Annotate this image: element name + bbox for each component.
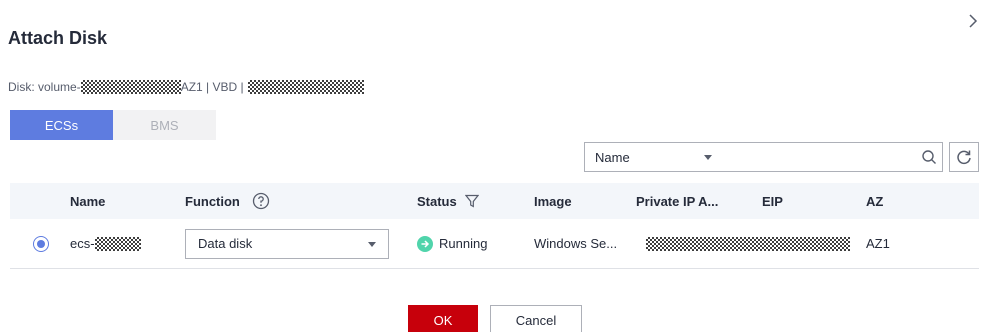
refresh-icon: [957, 150, 971, 165]
search-icon[interactable]: [916, 143, 942, 171]
ecs-table: Name Function Status Image Private IP A.…: [10, 183, 979, 269]
tab-bms[interactable]: BMS: [113, 110, 216, 140]
row-az: AZ1: [866, 236, 890, 251]
header-name[interactable]: Name: [70, 194, 105, 209]
refresh-button[interactable]: [949, 142, 979, 172]
masked-disk-type: [247, 80, 364, 94]
masked-private-ip: [646, 236, 850, 251]
header-status: Status: [417, 194, 479, 209]
function-select[interactable]: Data disk: [185, 228, 389, 259]
search-filter: Name: [584, 142, 943, 172]
filter-field-label: Name: [595, 149, 630, 165]
masked-disk-id: [80, 80, 181, 94]
header-image: Image: [534, 193, 572, 209]
row-private-ip: [646, 236, 850, 251]
filter-icon[interactable]: [464, 194, 479, 208]
filter-field-select[interactable]: Name: [585, 143, 724, 171]
header-private-ip: Private IP A...: [636, 193, 719, 209]
header-eip: EIP: [762, 193, 783, 209]
table-header: Name Function Status Image Private IP A.…: [10, 183, 979, 219]
header-az: AZ: [866, 193, 884, 209]
header-status-label: Status: [417, 193, 457, 209]
table-row[interactable]: ecs- Data disk Running Windows Se... AZ1: [10, 219, 979, 269]
header-function: Function: [185, 192, 270, 210]
row-name: ecs-: [70, 236, 141, 251]
disk-info: Disk: volume- AZ1 | VBD |: [8, 80, 364, 94]
running-status-icon: [417, 235, 433, 252]
row-name-prefix: ecs-: [70, 236, 95, 251]
tab-ecss[interactable]: ECSs: [10, 110, 113, 140]
row-function: Data disk: [185, 228, 389, 259]
caret-down-icon: [368, 241, 376, 247]
row-status: Running: [417, 235, 488, 252]
header-function-label: Function: [185, 193, 240, 209]
row-radio[interactable]: [33, 235, 49, 252]
resource-type-tabs: ECSs BMS: [10, 110, 216, 140]
search-input[interactable]: [724, 143, 917, 171]
chevron-right-icon[interactable]: [966, 14, 980, 28]
cancel-button[interactable]: Cancel: [490, 305, 582, 332]
caret-down-icon: [703, 155, 712, 160]
disk-info-prefix: Disk: volume-: [8, 80, 81, 94]
disk-info-middle: AZ1 | VBD |: [180, 80, 244, 94]
masked-ecs-name: [94, 236, 141, 251]
radio-selected-icon[interactable]: [33, 235, 49, 252]
function-select-value: Data disk: [198, 236, 253, 251]
help-icon[interactable]: [252, 192, 270, 210]
dialog-title: Attach Disk: [8, 28, 108, 48]
row-status-label: Running: [439, 236, 488, 251]
row-image: Windows Se...: [534, 236, 618, 251]
ok-button[interactable]: OK: [408, 305, 478, 332]
